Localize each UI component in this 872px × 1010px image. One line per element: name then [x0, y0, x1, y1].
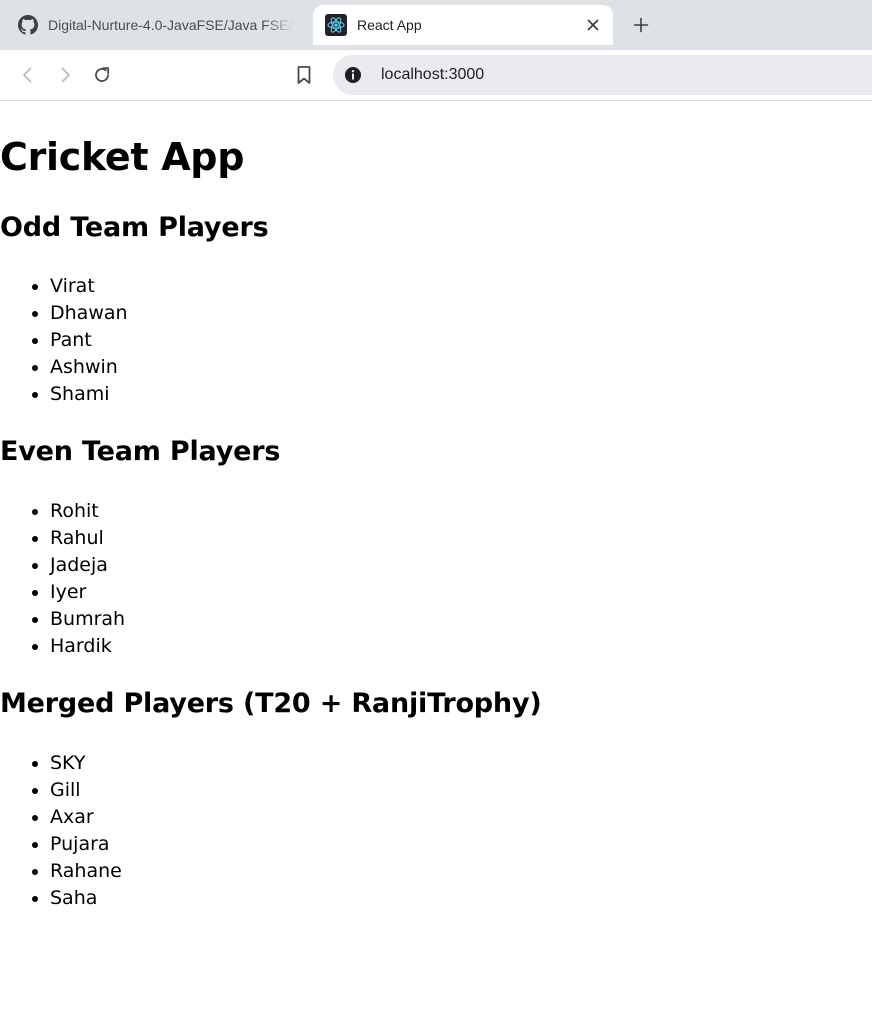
list-item: Gill	[50, 777, 122, 804]
even-team-heading: Even Team Players	[0, 436, 281, 467]
bookmark-button[interactable]	[290, 61, 318, 89]
list-item: Axar	[50, 804, 122, 831]
github-icon	[18, 15, 38, 35]
page-title: Cricket App	[0, 135, 245, 179]
list-item: Iyer	[50, 579, 125, 606]
list-item: Virat	[50, 273, 128, 300]
tab-title: Digital-Nurture-4.0-JavaFSE/Java FSE/	[48, 17, 293, 33]
list-item: Rahul	[50, 525, 125, 552]
react-icon	[325, 14, 347, 36]
bookmark-icon	[297, 66, 311, 84]
list-item: Rahane	[50, 858, 122, 885]
list-item: Shami	[50, 381, 128, 408]
list-item: Pant	[50, 327, 128, 354]
close-icon	[587, 19, 599, 31]
list-item: Hardik	[50, 633, 125, 660]
new-tab-button[interactable]	[627, 11, 655, 39]
odd-team-heading: Odd Team Players	[0, 212, 269, 243]
list-item: Pujara	[50, 831, 122, 858]
plus-icon	[633, 17, 649, 33]
merged-players-heading: Merged Players (T20 + RanjiTrophy)	[0, 688, 542, 719]
tab-react-app[interactable]: React App	[313, 5, 613, 45]
close-tab-button[interactable]	[579, 11, 607, 39]
tab-title: React App	[357, 17, 422, 33]
forward-button[interactable]	[51, 61, 79, 89]
browser-toolbar: localhost:3000	[0, 50, 872, 101]
list-item: Rohit	[50, 498, 125, 525]
page-content: Cricket App Odd Team Players Virat Dhawa…	[0, 101, 872, 1010]
merged-players-list: SKY Gill Axar Pujara Rahane Saha	[0, 750, 122, 912]
address-bar[interactable]: localhost:3000	[333, 55, 872, 95]
reload-button[interactable]	[88, 61, 116, 89]
list-item: Dhawan	[50, 300, 128, 327]
tab-strip: Digital-Nurture-4.0-JavaFSE/Java FSE/ Re…	[0, 0, 872, 50]
forward-arrow-icon	[61, 67, 70, 83]
tab-github[interactable]: Digital-Nurture-4.0-JavaFSE/Java FSE/	[0, 5, 300, 45]
even-team-list: Rohit Rahul Jadeja Iyer Bumrah Hardik	[0, 498, 125, 660]
url-text[interactable]: localhost:3000	[381, 66, 484, 84]
back-arrow-icon	[23, 67, 32, 83]
list-item: Ashwin	[50, 354, 128, 381]
list-item: Saha	[50, 885, 122, 912]
list-item: SKY	[50, 750, 122, 777]
reload-icon	[95, 67, 110, 82]
odd-team-list: Virat Dhawan Pant Ashwin Shami	[0, 273, 128, 408]
back-button[interactable]	[14, 61, 42, 89]
site-info-icon[interactable]	[344, 66, 362, 84]
list-item: Jadeja	[50, 552, 125, 579]
list-item: Bumrah	[50, 606, 125, 633]
